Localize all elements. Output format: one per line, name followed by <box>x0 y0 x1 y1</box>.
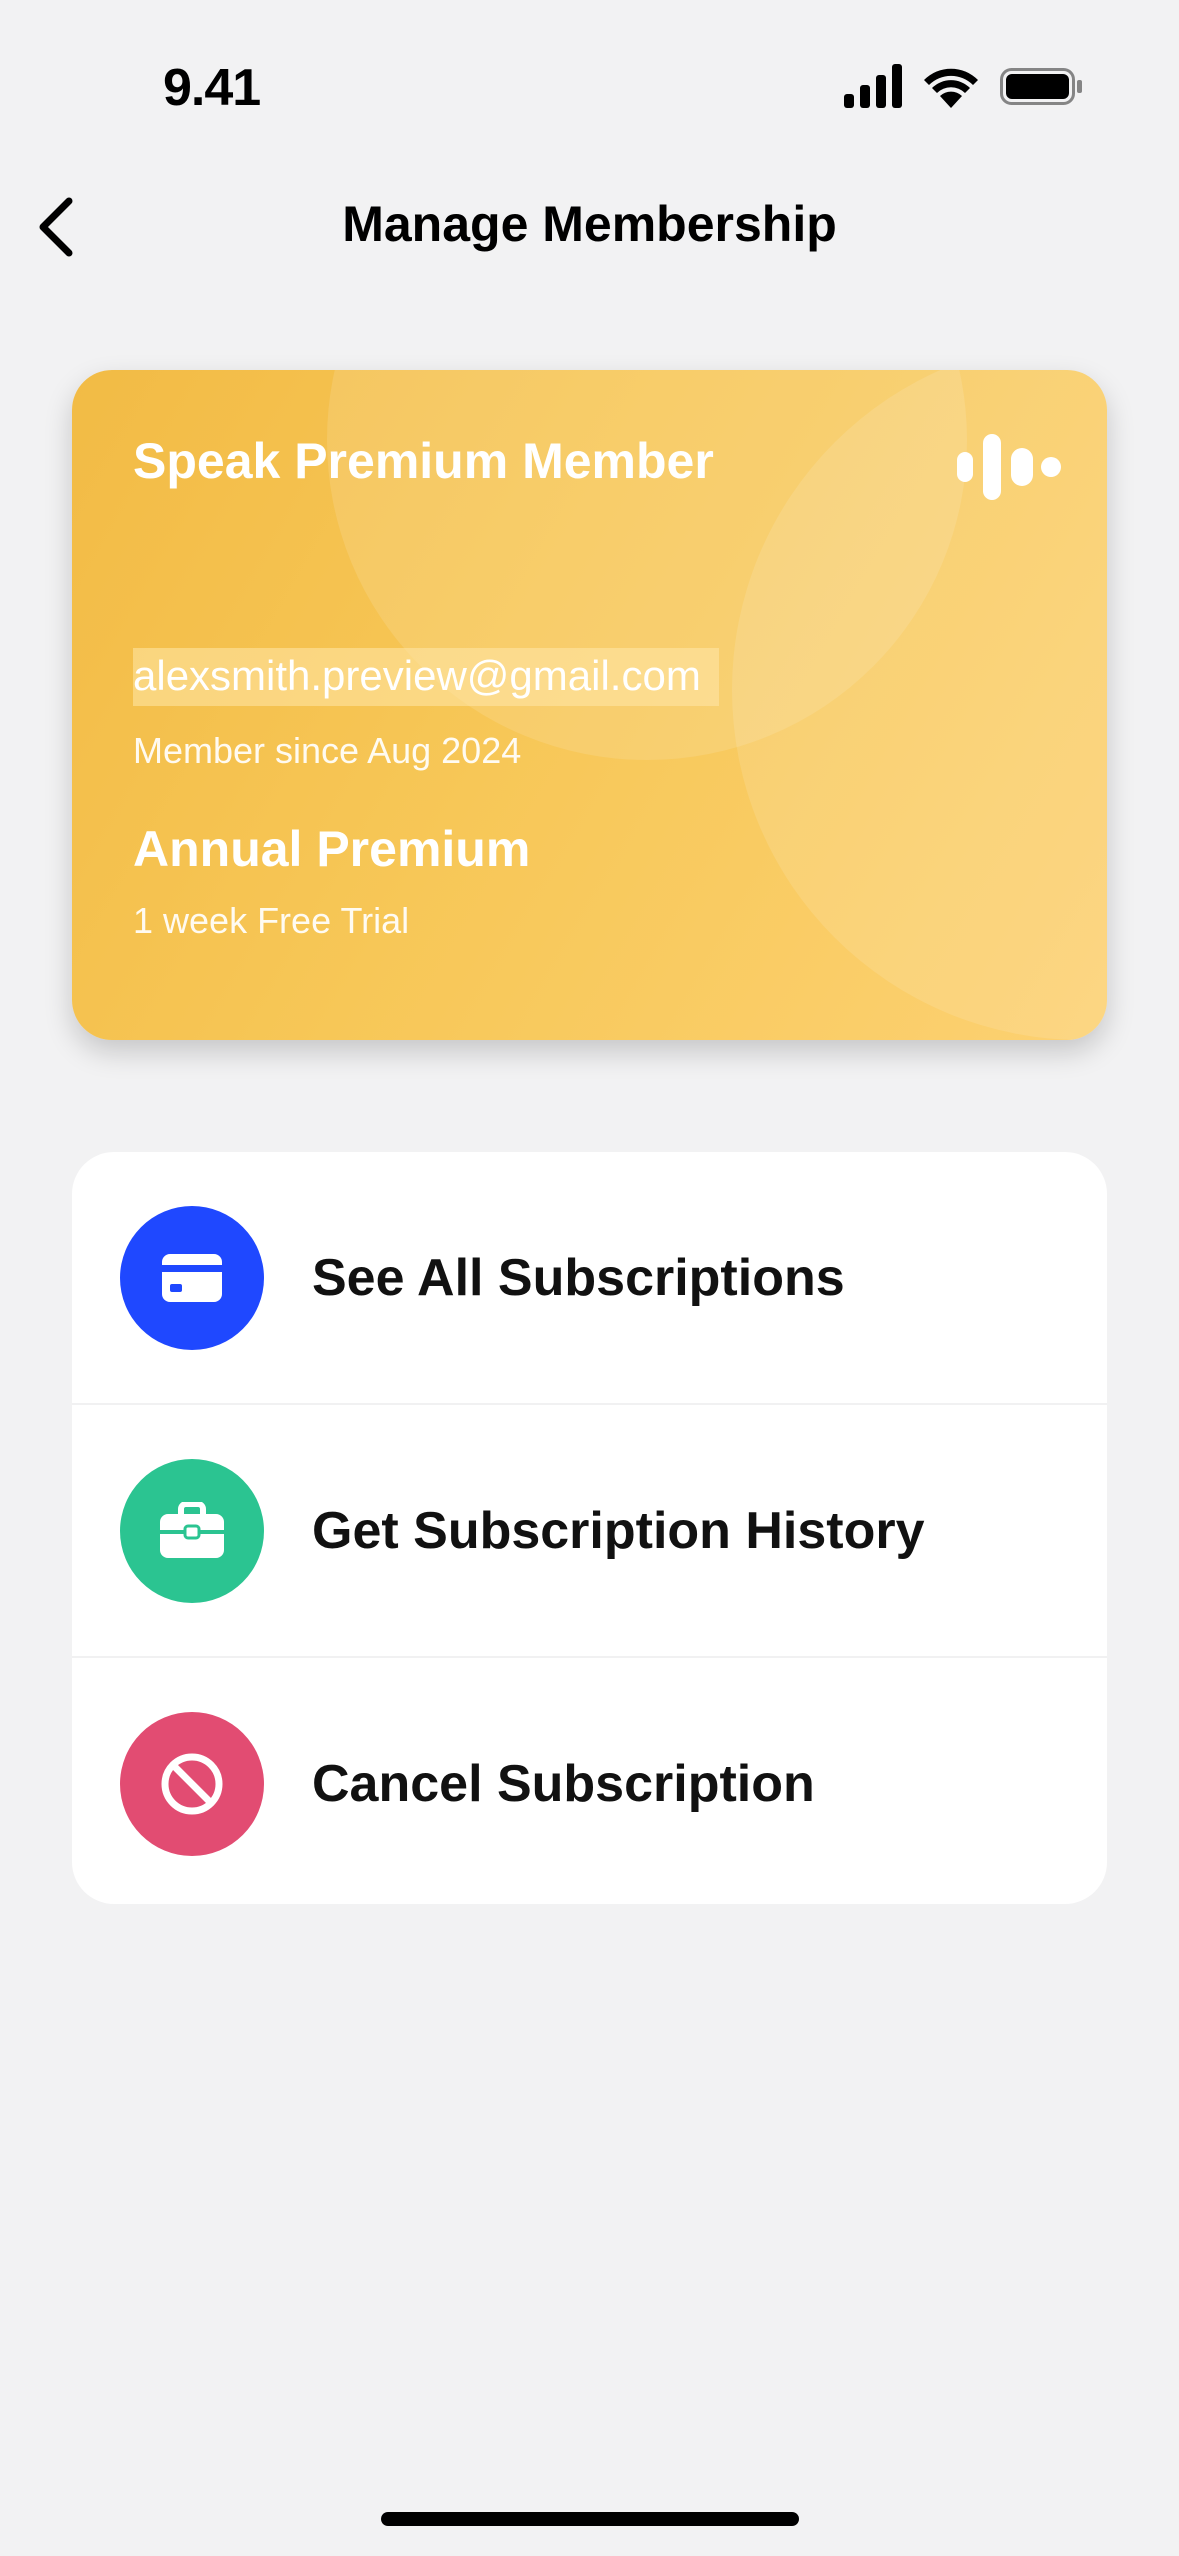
status-icons <box>844 64 1084 110</box>
briefcase-icon <box>120 1458 264 1603</box>
action-label: Get Subscription History <box>312 1501 925 1560</box>
member-email: alexsmith.preview@gmail.com <box>133 648 719 706</box>
get-subscription-history-button[interactable]: Get Subscription History <box>72 1403 1107 1656</box>
plan-trial: 1 week Free Trial <box>133 900 410 941</box>
home-indicator[interactable] <box>381 2512 799 2526</box>
prohibited-icon <box>120 1711 264 1856</box>
action-label: Cancel Subscription <box>312 1754 815 1813</box>
plan-name: Annual Premium <box>133 821 531 877</box>
member-since: Member since Aug 2024 <box>133 730 522 771</box>
see-all-subscriptions-button[interactable]: See All Subscriptions <box>72 1152 1107 1403</box>
action-label: See All Subscriptions <box>312 1248 845 1307</box>
action-list: See All Subscriptions Get Subscription H… <box>72 1152 1107 1904</box>
wifi-icon <box>924 68 978 108</box>
speak-waveform-icon <box>957 434 1061 500</box>
battery-icon <box>1000 68 1082 105</box>
status-time: 9.41 <box>163 59 261 117</box>
membership-card: Speak Premium Member alexsmith.preview@g… <box>72 370 1107 1040</box>
page-title: Manage Membership <box>342 196 837 252</box>
cancel-subscription-button[interactable]: Cancel Subscription <box>72 1656 1107 1904</box>
credit-card-icon <box>120 1205 264 1350</box>
card-title: Speak Premium Member <box>133 433 714 489</box>
cellular-signal-icon <box>844 64 902 108</box>
